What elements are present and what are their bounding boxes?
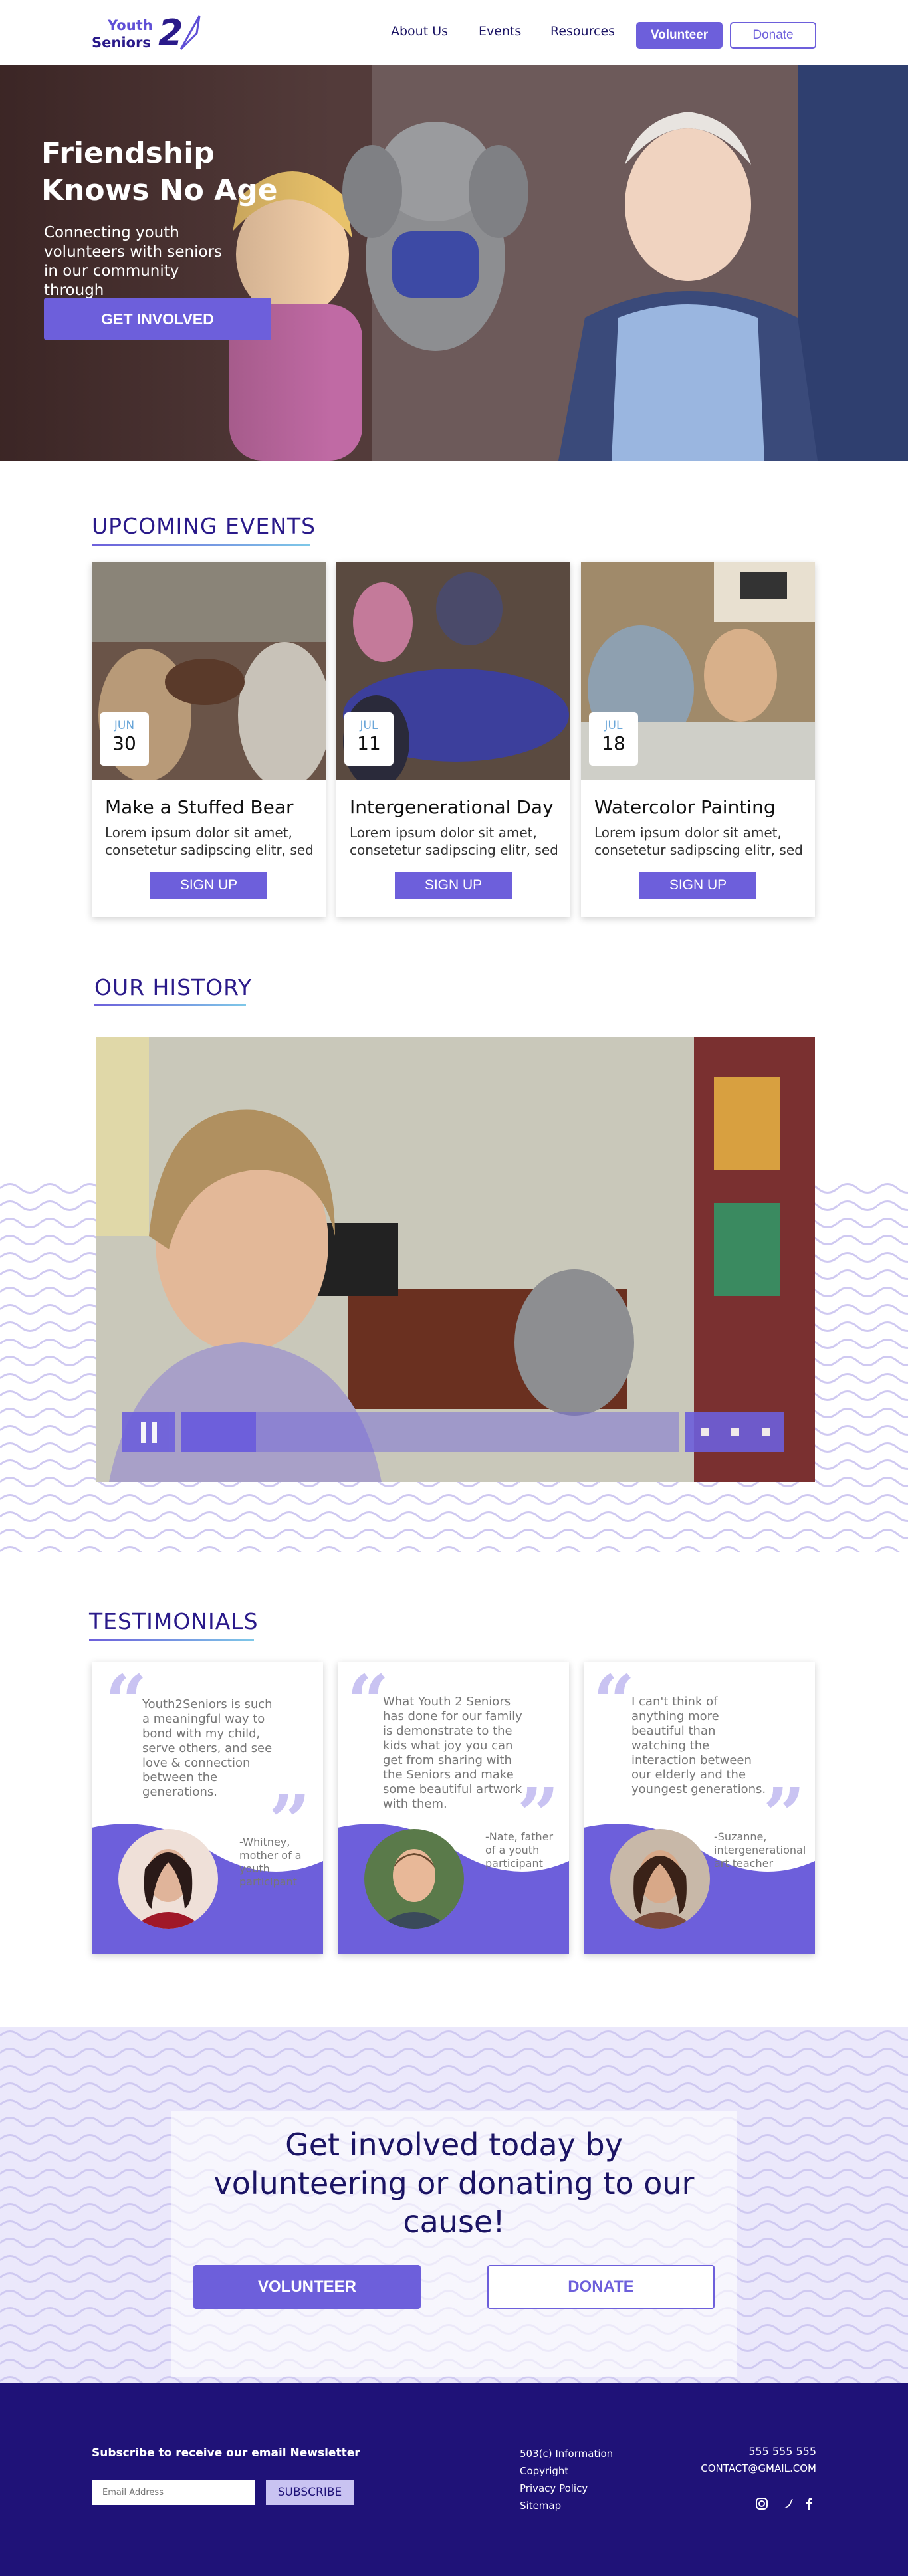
testimonial-author: -Nate, father of a youth participant: [485, 1830, 554, 1870]
testimonial-card: “ What Youth 2 Seniors has done for our …: [338, 1662, 569, 1954]
event-day: 30: [112, 732, 136, 754]
event-card: JUN 30 Make a Stuffed Bear Lorem ipsum d…: [92, 562, 326, 917]
event-month: JUL: [604, 719, 623, 732]
cta-donate-button[interactable]: DONATE: [487, 2265, 715, 2309]
footer-email[interactable]: CONTACT@GMAIL.COM: [665, 2462, 816, 2474]
footer-links: 503(c) Information Copyright Privacy Pol…: [520, 2445, 613, 2514]
event-month: JUL: [360, 719, 378, 732]
event-signup-button[interactable]: SIGN UP: [395, 872, 512, 899]
site-header: Youth Seniors 2 About Us Events Resource…: [0, 0, 908, 65]
pause-icon: [141, 1422, 157, 1443]
testimonial-quote: Youth2Seniors is such a meaningful way t…: [142, 1697, 273, 1799]
subscribe-button[interactable]: SUBSCRIBE: [266, 2480, 354, 2505]
cta-heading: Get involved today by volunteering or do…: [213, 2127, 695, 2240]
nav-about-us[interactable]: About Us: [391, 24, 448, 39]
testimonials-heading: TESTIMONIALS: [89, 1608, 259, 1634]
header-volunteer-button[interactable]: Volunteer: [636, 22, 723, 49]
testimonials-heading-underline: [89, 1639, 254, 1641]
testimonial-card: “ Youth2Seniors is such a meaningful way…: [92, 1662, 323, 1954]
event-date-badge: JUN 30: [100, 712, 149, 766]
event-card: JUL 18 Watercolor Painting Lorem ipsum d…: [581, 562, 815, 917]
event-month: JUN: [114, 719, 135, 732]
logo-feather-icon: [179, 15, 201, 51]
event-title: Watercolor Painting: [594, 796, 776, 818]
footer-link-privacy[interactable]: Privacy Policy: [520, 2480, 613, 2497]
event-title: Make a Stuffed Bear: [105, 796, 294, 818]
nav-resources[interactable]: Resources: [550, 24, 615, 39]
events-heading-underline: [92, 544, 310, 546]
video-progress-fill: [181, 1412, 256, 1452]
newsletter-label: Subscribe to receive our email Newslette…: [92, 2446, 360, 2460]
event-signup-button[interactable]: SIGN UP: [639, 872, 756, 899]
open-quote-icon: “: [593, 1662, 635, 1745]
site-logo[interactable]: Youth Seniors 2: [92, 13, 211, 56]
open-quote-icon: “: [105, 1662, 148, 1745]
logo-line-1: Youth: [108, 17, 153, 33]
event-description: Lorem ipsum dolor sit amet, consetetur s…: [594, 825, 803, 858]
testimonial-avatar: [118, 1829, 218, 1929]
hero-title: Friendship Knows No Age: [41, 136, 278, 207]
nav-events[interactable]: Events: [479, 24, 521, 39]
cta-volunteer-button[interactable]: VOLUNTEER: [193, 2265, 421, 2309]
events-heading: UPCOMING EVENTS: [92, 513, 316, 539]
footer-phone[interactable]: 555 555 555: [731, 2445, 816, 2458]
page: Youth Seniors 2 About Us Events Resource…: [0, 0, 908, 2576]
testimonial-author: -Whitney, mother of a youth participant: [239, 1836, 302, 1888]
event-title: Intergenerational Day: [350, 796, 554, 818]
header-donate-button[interactable]: Donate: [730, 22, 816, 49]
footer-link-copyright[interactable]: Copyright: [520, 2462, 613, 2480]
video-progress-bar[interactable]: [181, 1412, 679, 1452]
event-day: 18: [602, 732, 625, 754]
history-heading-underline: [94, 1004, 246, 1006]
history-heading: OUR HISTORY: [94, 974, 253, 1000]
event-description: Lorem ipsum dolor sit amet, consetetur s…: [105, 825, 314, 858]
twitter-icon[interactable]: [779, 2496, 794, 2511]
testimonial-author: -Suzanne, intergenerational art teacher: [714, 1830, 806, 1870]
footer-link-503c[interactable]: 503(c) Information: [520, 2445, 613, 2462]
instagram-icon[interactable]: [754, 2496, 769, 2511]
event-signup-button[interactable]: SIGN UP: [150, 872, 267, 899]
more-dots-icon: [701, 1428, 770, 1436]
footer-link-sitemap[interactable]: Sitemap: [520, 2497, 613, 2514]
video-more-options-button[interactable]: [685, 1412, 784, 1452]
event-day: 11: [357, 732, 381, 754]
newsletter-email-input[interactable]: [92, 2480, 255, 2505]
testimonial-avatar: [610, 1829, 710, 1929]
history-video-player[interactable]: [96, 1037, 815, 1482]
event-date-badge: JUL 11: [344, 712, 394, 766]
testimonial-avatar: [364, 1829, 464, 1929]
logo-line-2: Seniors: [92, 35, 151, 51]
get-involved-button[interactable]: GET INVOLVED: [44, 298, 271, 340]
facebook-icon[interactable]: [802, 2496, 816, 2511]
event-card: JUL 11 Intergenerational Day Lorem ipsum…: [336, 562, 570, 917]
testimonial-quote: What Youth 2 Seniors has done for our fa…: [383, 1695, 522, 1811]
event-date-badge: JUL 18: [589, 712, 638, 766]
testimonial-card: “ I can't think of anything more beautif…: [584, 1662, 815, 1954]
testimonial-quote: I can't think of anything more beautiful…: [631, 1695, 766, 1796]
hero-section: Friendship Knows No Age Connecting youth…: [0, 65, 908, 461]
video-pause-button[interactable]: [122, 1412, 175, 1452]
event-description: Lorem ipsum dolor sit amet, consetetur s…: [350, 825, 558, 858]
